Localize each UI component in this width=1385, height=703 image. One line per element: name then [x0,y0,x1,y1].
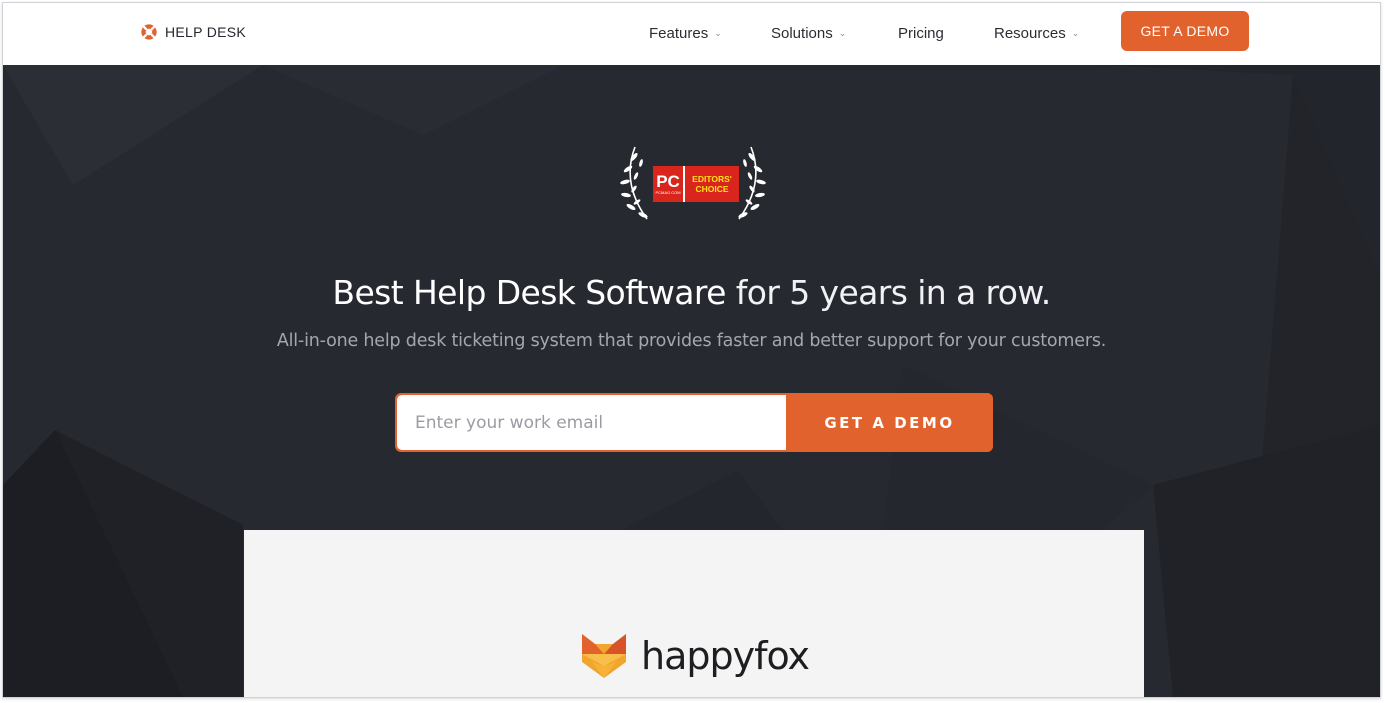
editors-choice-line1: EDITORS' [692,174,732,184]
nav-pricing[interactable]: Pricing [898,22,944,44]
chevron-down-icon: ⌄ [714,27,722,38]
chevron-down-icon: ⌄ [838,27,847,38]
editors-choice-line2: CHOICE [695,184,729,194]
fox-icon [582,634,626,678]
pcmag-mark: PC PCMAG.COM [653,166,685,202]
brand-name: HELP DESK [165,24,247,40]
hero-get-demo-button[interactable]: GET A DEMO [786,393,993,452]
happyfox-logo: happyfox [581,630,810,682]
nav-features-label: Features [649,24,709,42]
pcmag-site: PCMAG.COM [655,190,681,195]
hero-headline-strong: Best Help Desk Software [332,273,726,312]
editors-choice-label: EDITORS' CHOICE [685,166,739,202]
nav-get-demo-button[interactable]: GET A DEMO [1121,11,1249,51]
pcmag-editors-choice-badge: PC PCMAG.COM EDITORS' CHOICE [613,143,773,227]
pcmag-logo: PC PCMAG.COM EDITORS' CHOICE [653,166,739,202]
browser-viewport: HELP DESK Features ⌄ Solutions ⌄ Pricing… [2,2,1381,698]
demo-signup-form: GET A DEMO [395,393,993,452]
hero-section: PC PCMAG.COM EDITORS' CHOICE Best Help D… [3,65,1380,697]
nav-features[interactable]: Features ⌄ [649,22,722,44]
nav-pricing-label: Pricing [898,24,944,42]
nav-resources-label: Resources [994,24,1066,42]
happyfox-wordmark: happyfox [641,634,810,678]
chevron-down-icon: ⌄ [1071,27,1080,38]
lifebuoy-icon [141,24,157,40]
nav-solutions-label: Solutions [771,24,833,42]
hero-headline: Best Help Desk Software for 5 years in a… [3,273,1380,312]
pcmag-letters: PC [656,172,680,191]
nav-resources[interactable]: Resources ⌄ [994,22,1079,44]
hero-headline-rest: for 5 years in a row. [725,273,1051,312]
top-navigation: HELP DESK Features ⌄ Solutions ⌄ Pricing… [3,3,1380,65]
brand-logo[interactable]: HELP DESK [140,21,246,43]
work-email-input[interactable] [397,395,786,450]
product-preview-card: happyfox [244,530,1144,697]
hero-subheadline: All-in-one help desk ticketing system th… [276,331,1107,351]
nav-solutions[interactable]: Solutions ⌄ [771,22,846,44]
